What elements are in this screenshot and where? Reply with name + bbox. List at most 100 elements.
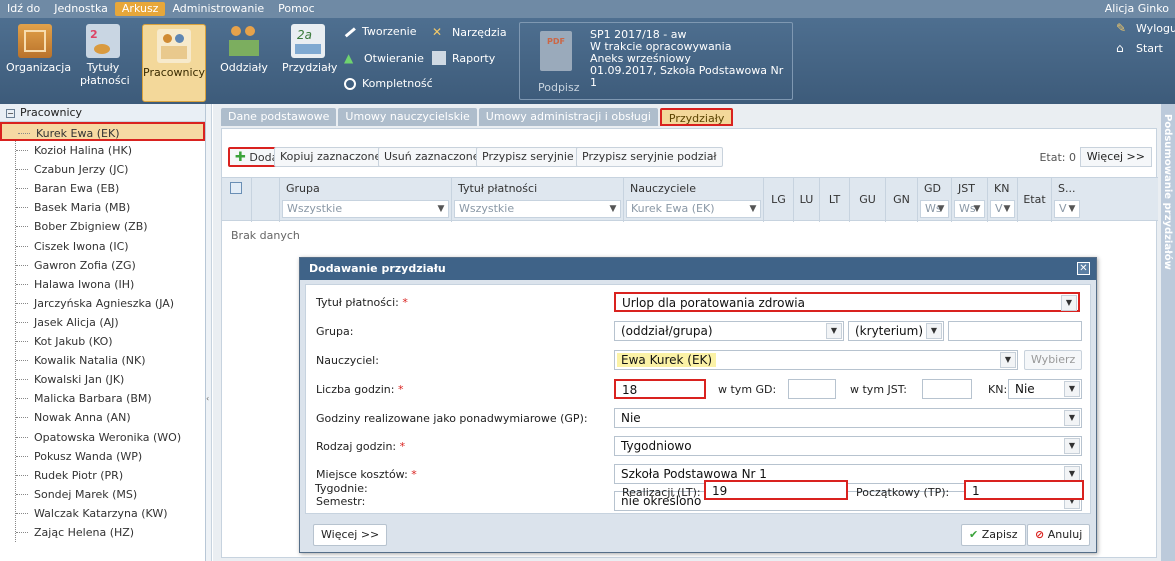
- delete-selected-button[interactable]: Usuń zaznaczone: [378, 147, 486, 167]
- menu-jednostka[interactable]: Jednostka: [47, 0, 115, 18]
- filter-gd[interactable]: Ws ▼: [920, 200, 949, 218]
- employee-item[interactable]: Sondej Marek (MS): [0, 485, 205, 504]
- podpisz-button[interactable]: Podpisz: [538, 81, 580, 94]
- chevron-down-icon[interactable]: ▼: [970, 201, 984, 217]
- chevron-down-icon[interactable]: ▼: [1064, 381, 1080, 397]
- employee-item[interactable]: Malicka Barbara (BM): [0, 389, 205, 408]
- chevron-down-icon[interactable]: ▼: [1000, 352, 1016, 368]
- wybierz-button[interactable]: Wybierz: [1024, 350, 1083, 370]
- filter-grupa[interactable]: Wszystkie ▼: [282, 200, 449, 218]
- save-button[interactable]: ✔ Zapisz: [961, 524, 1026, 546]
- chevron-down-icon[interactable]: ▼: [1065, 201, 1079, 217]
- close-icon[interactable]: ✕: [1077, 262, 1090, 275]
- raporty-button[interactable]: Raporty: [432, 51, 495, 65]
- column-tytul[interactable]: Tytuł płatności Wszystkie ▼: [452, 178, 624, 222]
- menu-idz-do[interactable]: Idź do: [0, 0, 47, 18]
- tworzenie-button[interactable]: Tworzenie: [344, 25, 416, 38]
- collapse-icon[interactable]: −: [6, 109, 15, 118]
- employee-item[interactable]: Jarczyńska Agnieszka (JA): [0, 294, 205, 313]
- narzedzia-button[interactable]: ✕ Narzędzia: [432, 25, 507, 39]
- column-gn[interactable]: GN: [886, 178, 918, 222]
- chevron-down-icon[interactable]: ▼: [746, 201, 760, 217]
- employee-item[interactable]: Basek Maria (MB): [0, 198, 205, 217]
- gd-input[interactable]: [788, 379, 836, 399]
- more-button[interactable]: Więcej >>: [1079, 147, 1152, 167]
- filter-jst[interactable]: Ws ▼: [954, 200, 985, 218]
- oddzialy-button[interactable]: Oddziały: [220, 24, 268, 74]
- grupa-select[interactable]: (oddział/grupa) ▼: [614, 321, 844, 341]
- employee-item[interactable]: Rudek Piotr (PR): [0, 466, 205, 485]
- menu-arkusz[interactable]: Arkusz: [114, 2, 166, 16]
- column-nauczyciele[interactable]: Nauczyciele Kurek Ewa (EK) ▼: [624, 178, 764, 222]
- jst-input[interactable]: [922, 379, 972, 399]
- chevron-down-icon[interactable]: ▼: [1064, 438, 1080, 454]
- filter-s[interactable]: V ▼: [1054, 200, 1080, 218]
- tab-przydzialy[interactable]: Przydziały: [659, 108, 734, 126]
- column-grupa[interactable]: Grupa Wszystkie ▼: [280, 178, 452, 222]
- filter-tytul[interactable]: Wszystkie ▼: [454, 200, 621, 218]
- tytuly-platnosci-button[interactable]: 2 Tytuły płatności: [80, 24, 130, 87]
- assign-serial-split-button[interactable]: Przypisz seryjnie podział: [576, 147, 723, 167]
- summary-side-panel[interactable]: Podsumowanie przydziałów: [1161, 104, 1175, 561]
- pracownicy-button[interactable]: Pracownicy: [142, 24, 206, 102]
- column-gu[interactable]: GU: [850, 178, 886, 222]
- employee-item[interactable]: Kurek Ewa (EK): [0, 122, 205, 142]
- nauczyciel-select[interactable]: Ewa Kurek (EK) ▼: [614, 350, 1018, 370]
- employee-item[interactable]: Czabun Jerzy (JC): [0, 160, 205, 179]
- select-all-column[interactable]: [222, 178, 252, 222]
- assign-serial-button[interactable]: Przypisz seryjnie: [476, 147, 580, 167]
- przydzialy-button[interactable]: 2a Przydziały: [282, 24, 337, 74]
- collapse-arrow-icon[interactable]: ‹: [206, 394, 209, 403]
- godzin-input[interactable]: 18: [614, 379, 706, 399]
- tab-umowy-nauczycielskie[interactable]: Umowy nauczycielskie: [338, 108, 477, 126]
- employee-item[interactable]: Nowak Anna (AN): [0, 408, 205, 427]
- employee-item[interactable]: Kowalik Natalia (NK): [0, 351, 205, 370]
- tytul-select[interactable]: Urlop dla poratowania zdrowia ▼: [614, 292, 1080, 312]
- filter-nauczyciele[interactable]: Kurek Ewa (EK) ▼: [626, 200, 761, 218]
- employee-item[interactable]: Ciszek Iwona (IC): [0, 237, 205, 256]
- menu-pomoc[interactable]: Pomoc: [271, 0, 321, 18]
- grupa-text-input[interactable]: [948, 321, 1082, 341]
- employee-item[interactable]: Gawron Zofia (ZG): [0, 256, 205, 275]
- employee-item[interactable]: Walczak Katarzyna (KW): [0, 504, 205, 523]
- chevron-down-icon[interactable]: ▼: [826, 323, 842, 339]
- wyloguj-button[interactable]: ✎ Wyloguj: [1116, 21, 1175, 35]
- chevron-down-icon[interactable]: ▼: [1061, 295, 1077, 311]
- cancel-button[interactable]: ⊘ Anuluj: [1027, 524, 1091, 546]
- menu-administrowanie[interactable]: Administrowanie: [165, 0, 271, 18]
- gp-select[interactable]: Nie ▼: [614, 408, 1082, 428]
- employee-item[interactable]: Kowalski Jan (JK): [0, 370, 205, 389]
- kn-select[interactable]: Nie ▼: [1008, 379, 1082, 399]
- chevron-down-icon[interactable]: ▼: [1000, 201, 1014, 217]
- column-s[interactable]: S... V ▼: [1052, 178, 1082, 222]
- column-gd[interactable]: GD Ws ▼: [918, 178, 952, 222]
- employee-item[interactable]: Kot Jakub (KO): [0, 332, 205, 351]
- employee-item[interactable]: Zając Helena (HZ): [0, 523, 205, 542]
- kryterium-select[interactable]: (kryterium) ▼: [848, 321, 944, 341]
- dialog-more-button[interactable]: Więcej >>: [313, 524, 388, 546]
- otwieranie-button[interactable]: ▲ Otwieranie: [344, 51, 424, 65]
- tree-root[interactable]: − Pracownicy: [0, 104, 205, 122]
- column-lt[interactable]: LT: [820, 178, 850, 222]
- chevron-down-icon[interactable]: ▼: [934, 201, 948, 217]
- chevron-down-icon[interactable]: ▼: [434, 201, 448, 217]
- employee-item[interactable]: Bober Zbigniew (ZB): [0, 217, 205, 236]
- checkbox-icon[interactable]: [230, 182, 242, 194]
- filter-kn[interactable]: V ▼: [990, 200, 1015, 218]
- employee-item[interactable]: Opatowska Weronika (WO): [0, 428, 205, 447]
- chevron-down-icon[interactable]: ▼: [926, 323, 942, 339]
- lt-input[interactable]: 19: [704, 480, 848, 500]
- employee-item[interactable]: Pokusz Wanda (WP): [0, 447, 205, 466]
- tp-input[interactable]: 1: [964, 480, 1084, 500]
- employee-item[interactable]: Kozioł Halina (HK): [0, 141, 205, 160]
- panel-splitter[interactable]: ‹: [206, 104, 212, 561]
- start-button[interactable]: ⌂ Start: [1116, 41, 1163, 55]
- column-lg[interactable]: LG: [764, 178, 794, 222]
- employee-item[interactable]: Halawa Iwona (IH): [0, 275, 205, 294]
- kompletnosc-button[interactable]: Kompletność: [344, 77, 433, 90]
- copy-selected-button[interactable]: Kopiuj zaznaczone: [274, 147, 388, 167]
- chevron-down-icon[interactable]: ▼: [1064, 410, 1080, 426]
- column-jst[interactable]: JST Ws ▼: [952, 178, 988, 222]
- tab-dane-podstawowe[interactable]: Dane podstawowe: [221, 108, 337, 126]
- employee-item[interactable]: Jasek Alicja (AJ): [0, 313, 205, 332]
